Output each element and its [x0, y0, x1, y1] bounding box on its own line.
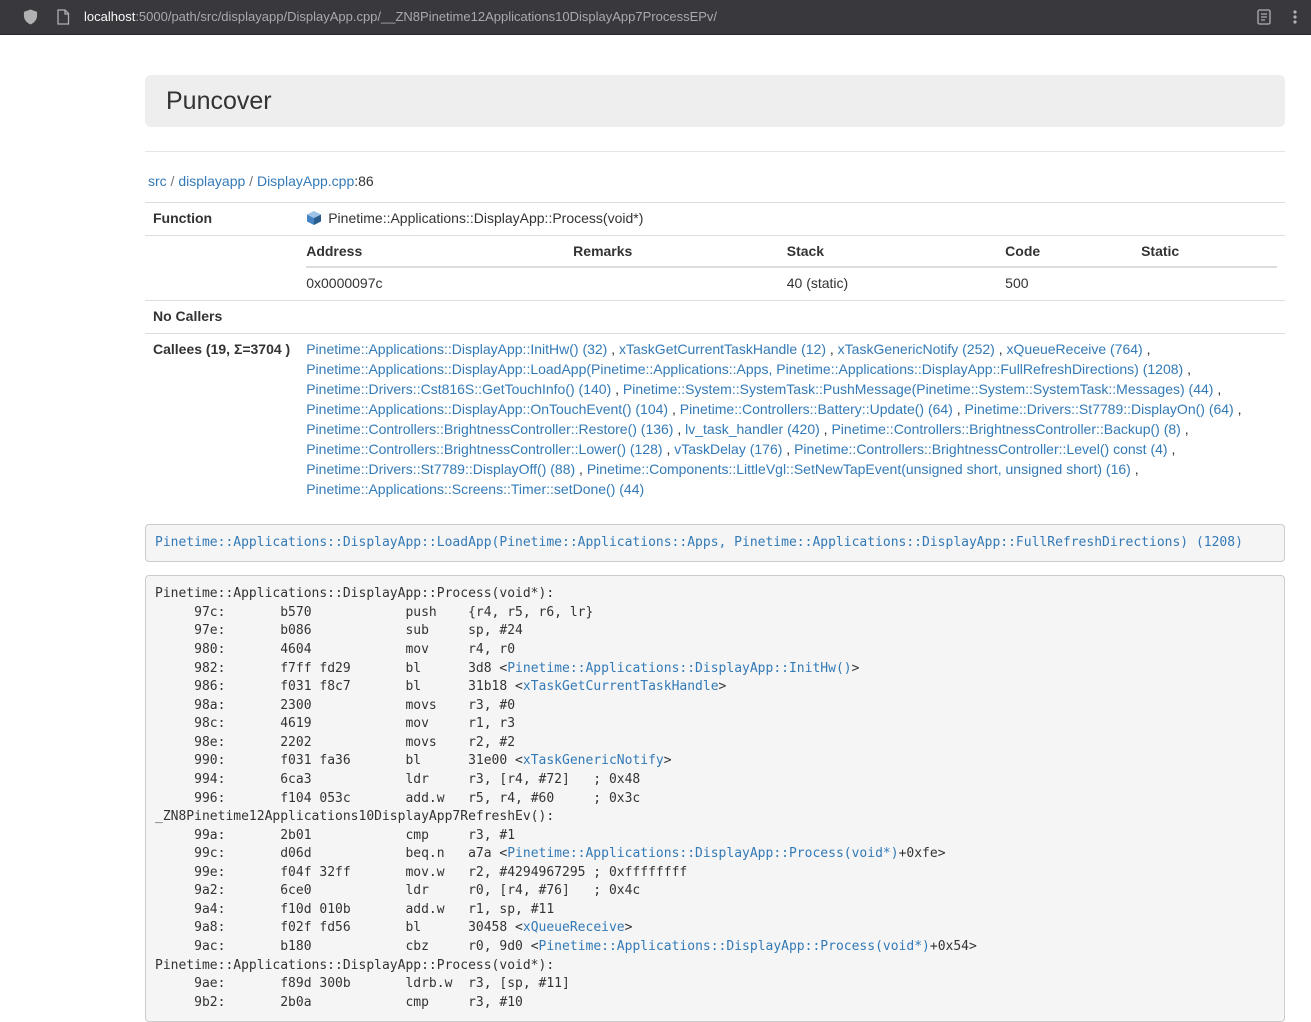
callee-link[interactable]: Pinetime::System::SystemTask::PushMessag… [623, 381, 1214, 397]
callee-link[interactable]: Pinetime::Applications::Screens::Timer::… [306, 481, 644, 497]
callee-link[interactable]: Pinetime::Drivers::St7789::DisplayOff() … [306, 461, 575, 477]
browser-toolbar: localhost:5000/path/src/displayapp/Displ… [0, 0, 1311, 35]
col-header-code: Code [1005, 242, 1141, 267]
callee-link[interactable]: vTaskDelay (176) [674, 441, 782, 457]
menu-ellipsis-icon[interactable] [1293, 9, 1297, 25]
col-header-address: Address [306, 242, 573, 267]
callee-link[interactable]: Pinetime::Drivers::Cst816S::GetTouchInfo… [306, 381, 611, 397]
details-table: Address Remarks Stack Code Static 0x0000… [306, 242, 1277, 294]
details-header-row: Address Remarks Stack Code Static [306, 242, 1277, 267]
main-container: Puncover src / displayapp / DisplayApp.c… [145, 75, 1285, 1022]
callee-link[interactable]: Pinetime::Applications::DisplayApp::OnTo… [306, 401, 668, 417]
callees-row: Callees (19, Σ=3704 ) Pinetime::Applicat… [145, 333, 1285, 505]
cell-static [1141, 267, 1277, 294]
cell-remarks [573, 267, 787, 294]
details-row: Address Remarks Stack Code Static 0x0000… [145, 235, 1285, 300]
details-data-row: 0x0000097c 40 (static) 500 [306, 267, 1277, 294]
no-callers-row: No Callers [145, 300, 1285, 333]
callee-link[interactable]: Pinetime::Controllers::BrightnessControl… [306, 421, 673, 437]
cell-code: 500 [1005, 267, 1141, 294]
symbol-link[interactable]: xQueueReceive [523, 920, 625, 935]
function-row: Function Pinetime::Applications::Display… [145, 202, 1285, 235]
breadcrumb-line-number: :86 [354, 173, 373, 189]
shield-icon[interactable] [23, 9, 38, 25]
callee-link[interactable]: Pinetime::Applications::DisplayApp::Load… [306, 361, 1183, 377]
callee-link[interactable]: Pinetime::Controllers::Battery::Update()… [680, 401, 953, 417]
page-content: Puncover src / displayapp / DisplayApp.c… [0, 35, 1311, 1022]
callees-label: Callees (19, Σ=3704 ) [145, 333, 298, 505]
callee-link[interactable]: lv_task_handler (420) [685, 421, 820, 437]
callee-link[interactable]: Pinetime::Applications::DisplayApp::Init… [306, 341, 607, 357]
breadcrumb: src / displayapp / DisplayApp.cpp:86 [145, 172, 1285, 192]
callee-link[interactable]: Pinetime::Components::LittleVgl::SetNewT… [587, 461, 1131, 477]
col-header-remarks: Remarks [573, 242, 787, 267]
callee-link[interactable]: xTaskGenericNotify (252) [838, 341, 995, 357]
breadcrumb-link-displayapp[interactable]: displayapp [178, 173, 245, 189]
callee-link[interactable]: xQueueReceive (764) [1007, 341, 1143, 357]
callee-link[interactable]: Pinetime::Drivers::St7789::DisplayOn() (… [965, 401, 1234, 417]
symbol-link[interactable]: Pinetime::Applications::DisplayApp::Proc… [507, 846, 898, 861]
col-header-stack: Stack [787, 242, 1005, 267]
symbol-link[interactable]: Pinetime::Applications::DisplayApp::Proc… [539, 939, 930, 954]
symbol-link[interactable]: xTaskGenericNotify [523, 753, 664, 768]
callee-link[interactable]: Pinetime::Controllers::BrightnessControl… [306, 441, 662, 457]
divider [145, 151, 1285, 152]
cell-address: 0x0000097c [306, 267, 573, 294]
callees-list: Pinetime::Applications::DisplayApp::Init… [298, 333, 1285, 505]
loadapp-symbol-link[interactable]: Pinetime::Applications::DisplayApp::Load… [155, 535, 1243, 550]
breadcrumb-link-src[interactable]: src [148, 173, 167, 189]
symbol-link[interactable]: xTaskGetCurrentTaskHandle [523, 679, 719, 694]
no-callers-label: No Callers [145, 300, 298, 333]
function-row-label: Function [145, 202, 298, 235]
col-header-static: Static [1141, 242, 1277, 267]
breadcrumb-separator: / [167, 173, 179, 189]
url-path: :5000/path/src/displayapp/DisplayApp.cpp… [135, 9, 717, 24]
page-title: Puncover [166, 88, 1264, 114]
breadcrumb-link-file[interactable]: DisplayApp.cpp [257, 173, 354, 189]
symbol-link[interactable]: Pinetime::Applications::DisplayApp::Init… [507, 661, 851, 676]
breadcrumb-separator: / [245, 173, 257, 189]
function-name: Pinetime::Applications::DisplayApp::Proc… [328, 210, 643, 226]
no-callers-cell [298, 300, 1285, 333]
cell-stack: 40 (static) [787, 267, 1005, 294]
url-host: localhost [84, 9, 135, 24]
page-identity-icon[interactable] [56, 9, 70, 25]
caller-snippet-box: Pinetime::Applications::DisplayApp::Load… [145, 524, 1285, 563]
method-cube-icon [306, 210, 322, 226]
disassembly-pre: Pinetime::Applications::DisplayApp::Proc… [145, 575, 1285, 1022]
details-row-label [145, 235, 298, 300]
function-name-cell: Pinetime::Applications::DisplayApp::Proc… [298, 202, 1285, 235]
function-table: Function Pinetime::Applications::Display… [145, 202, 1285, 506]
app-header: Puncover [145, 75, 1285, 127]
details-cell: Address Remarks Stack Code Static 0x0000… [298, 235, 1285, 300]
callee-link[interactable]: Pinetime::Controllers::BrightnessControl… [831, 421, 1180, 437]
reader-mode-icon[interactable] [1257, 9, 1271, 25]
callee-link[interactable]: xTaskGetCurrentTaskHandle (12) [619, 341, 826, 357]
callee-link[interactable]: Pinetime::Controllers::BrightnessControl… [794, 441, 1167, 457]
url-bar[interactable]: localhost:5000/path/src/displayapp/Displ… [84, 8, 1257, 27]
